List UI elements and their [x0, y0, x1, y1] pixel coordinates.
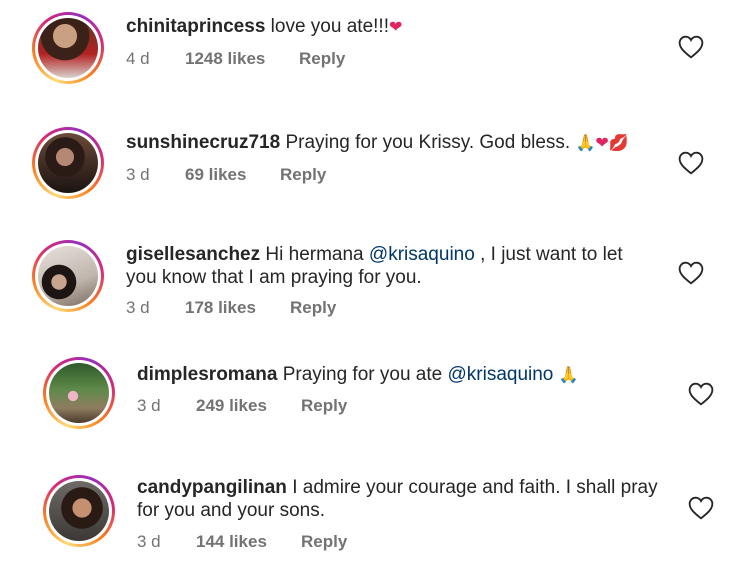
comment-body: for you and your sons. — [137, 500, 325, 521]
avatar[interactable] — [43, 475, 115, 547]
likes-count[interactable]: 69 likes — [185, 165, 246, 185]
comment-body: Praying for you Krissy. God bless. — [285, 132, 571, 153]
heart-outline-icon[interactable] — [678, 261, 704, 285]
comment-age: 3 d — [137, 532, 161, 551]
comment-username[interactable]: chinitaprincess — [126, 16, 265, 37]
mention-link[interactable]: @krisaquino — [369, 244, 475, 265]
heart-outline-icon[interactable] — [688, 496, 714, 520]
avatar[interactable] — [32, 240, 104, 312]
comment-username[interactable]: candypangilinan — [137, 477, 287, 498]
heart-emoji: ❤ — [388, 19, 403, 36]
likes-count[interactable]: 249 likes — [196, 396, 267, 416]
comment-body: Praying for you ate — [282, 364, 443, 385]
likes-count[interactable]: 1248 likes — [185, 49, 265, 69]
mention-link[interactable]: @krisaquino — [447, 364, 553, 385]
comment-text: sunshinecruz718 Praying for you Krissy. … — [126, 131, 629, 155]
comment-age: 3 d — [137, 396, 161, 415]
heart-outline-icon[interactable] — [678, 35, 704, 59]
comment-body: I admire your courage and faith. I shall… — [292, 477, 658, 498]
comment-body: , I just want to let — [480, 244, 623, 265]
avatar-photo — [49, 481, 109, 541]
avatar-photo — [38, 133, 98, 193]
comment-text: chinitaprincess love you ate!!!❤ — [126, 15, 402, 39]
avatar[interactable] — [32, 127, 104, 199]
comment-body: Hi hermana — [265, 244, 364, 265]
reply-button[interactable]: Reply — [301, 532, 347, 552]
comment-age: 4 d — [126, 49, 150, 68]
comment-body: you know that I am praying for you. — [126, 267, 422, 288]
likes-count[interactable]: 144 likes — [196, 532, 267, 552]
comment-username[interactable]: sunshinecruz718 — [126, 132, 280, 153]
comment-username[interactable]: gisellesanchez — [126, 244, 260, 265]
comment-username[interactable]: dimplesromana — [137, 364, 277, 385]
comment-text: dimplesromana Praying for you ate @krisa… — [137, 363, 579, 387]
heart-outline-icon[interactable] — [678, 151, 704, 175]
comment-text: gisellesanchez Hi hermana @krisaquino , … — [126, 243, 646, 289]
avatar[interactable] — [32, 12, 104, 84]
pray-heart-kiss-emoji: 🙏❤💋 — [575, 135, 629, 152]
reply-button[interactable]: Reply — [301, 396, 347, 416]
likes-count[interactable]: 178 likes — [185, 298, 256, 318]
comment-body: love you ate!!! — [270, 16, 389, 37]
avatar-photo — [38, 18, 98, 78]
reply-button[interactable]: Reply — [280, 165, 326, 185]
heart-outline-icon[interactable] — [688, 382, 714, 406]
comment-age: 3 d — [126, 165, 150, 184]
reply-button[interactable]: Reply — [299, 49, 345, 69]
avatar-photo — [38, 246, 98, 306]
avatar[interactable] — [43, 357, 115, 429]
avatar-photo — [49, 363, 109, 423]
pray-emoji: 🙏 — [558, 367, 579, 384]
comment-age: 3 d — [126, 298, 150, 317]
comment-text: candypangilinan I admire your courage an… — [137, 476, 677, 522]
reply-button[interactable]: Reply — [290, 298, 336, 318]
